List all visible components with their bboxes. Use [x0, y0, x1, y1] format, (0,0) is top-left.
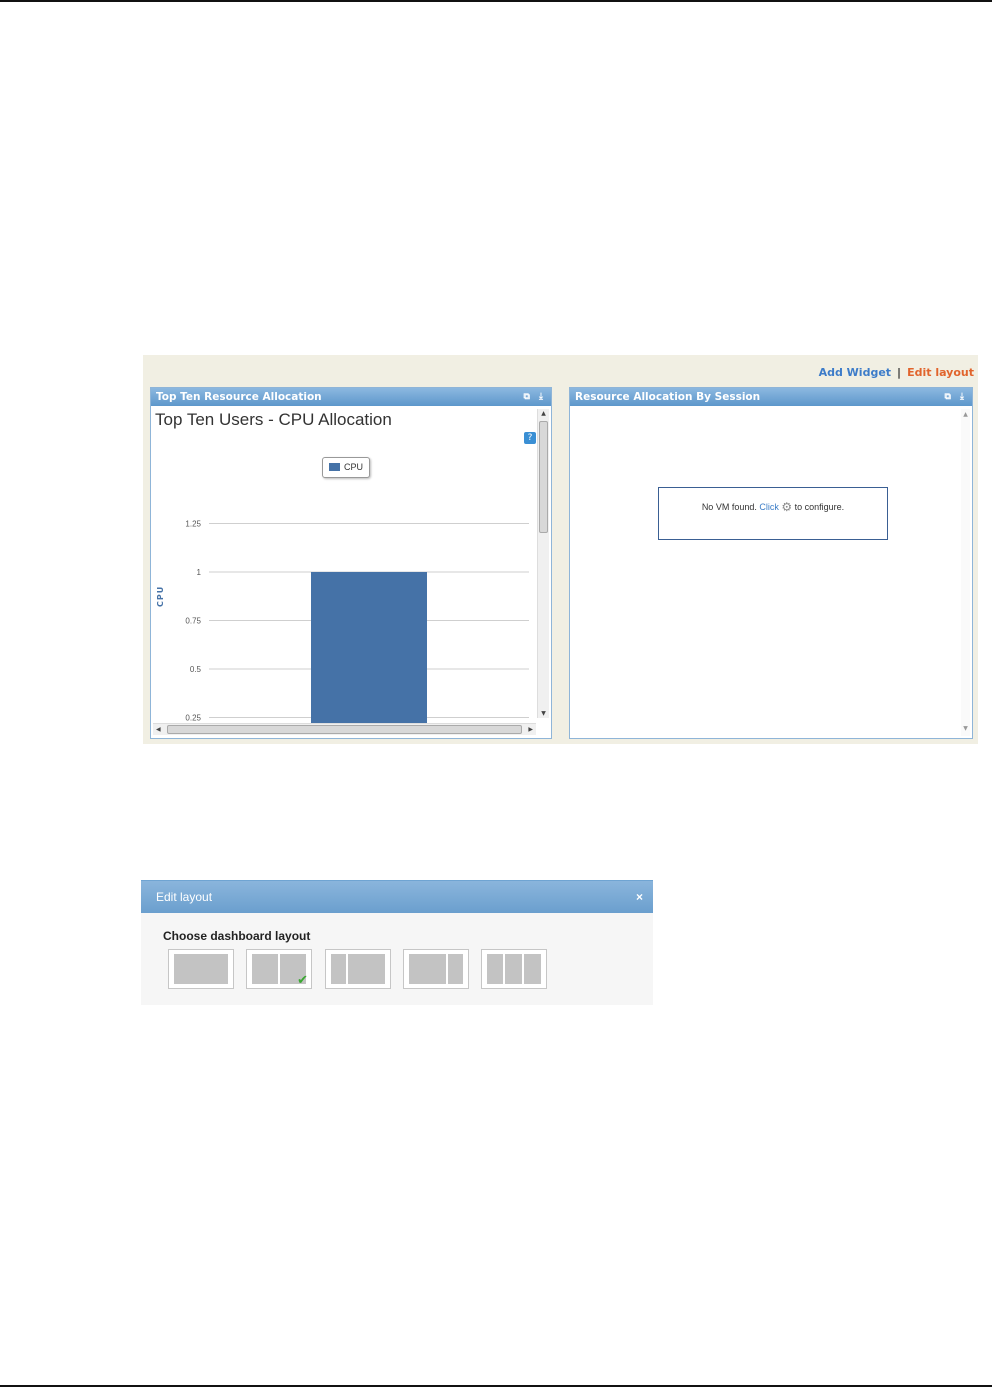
widget-top-ten-resource-allocation: Top Ten Resource Allocation ⧉ ⤓ Top Ten …	[150, 387, 552, 739]
y-tick-label: 0.25	[185, 714, 201, 723]
layout-cell	[505, 954, 522, 984]
dialog-title: Edit layout	[156, 890, 213, 904]
widget-header: Top Ten Resource Allocation ⧉ ⤓	[151, 388, 551, 406]
choose-layout-heading: Choose dashboard layout	[163, 929, 311, 943]
hscroll-thumb[interactable]	[167, 725, 522, 734]
dialog-header: Edit layout ×	[141, 881, 653, 913]
edit-layout-dialog: Edit layout × Choose dashboard layout ✔	[141, 880, 653, 1005]
layout-cell	[524, 954, 541, 984]
layout-cell	[174, 954, 228, 984]
horizontal-scrollbar[interactable]: ◀ ▶	[153, 723, 536, 735]
vertical-scrollbar[interactable]: ▲ ▼	[961, 409, 970, 736]
widget-body: No VM found. Click ⚙ to configure. ▲ ▼	[570, 407, 972, 738]
configure-click-link[interactable]: Click	[759, 502, 779, 512]
layout-option-one-column[interactable]	[168, 949, 234, 989]
no-vm-message: No VM found. Click ⚙ to configure.	[658, 487, 888, 540]
y-tick-label: 1.25	[185, 520, 201, 529]
link-separator: |	[897, 366, 902, 379]
scroll-down-icon[interactable]: ▼	[961, 725, 970, 732]
widget-tools-icons[interactable]: ⧉ ⤓	[523, 388, 546, 406]
layout-option-wide-narrow[interactable]	[403, 949, 469, 989]
chart-plot: 1.25 1 0.75 0.5 0.25	[185, 520, 529, 727]
widget-body: Top Ten Users - CPU Allocation ? CPU CPU…	[151, 407, 551, 738]
scroll-right-icon[interactable]: ▶	[528, 724, 533, 735]
layout-option-three-columns[interactable]	[481, 949, 547, 989]
add-widget-link[interactable]: Add Widget	[819, 366, 891, 379]
scroll-up-icon[interactable]: ▲	[961, 411, 970, 418]
scroll-down-icon[interactable]: ▼	[538, 710, 549, 717]
bar-cpu[interactable]	[311, 572, 427, 727]
widget-title: Resource Allocation By Session	[575, 391, 761, 403]
layout-cell	[409, 954, 446, 984]
scroll-up-icon[interactable]: ▲	[538, 410, 549, 417]
page-bottom-rule	[0, 1385, 992, 1387]
widget-title: Top Ten Resource Allocation	[156, 391, 322, 403]
widget-tools-icons[interactable]: ⧉ ⤓	[944, 388, 967, 406]
checkmark-icon: ✔	[297, 973, 308, 988]
dashboard-actions: Add Widget | Edit layout	[819, 366, 974, 379]
layout-cell	[448, 954, 463, 984]
scroll-thumb[interactable]	[539, 421, 548, 533]
dashboard-panel: Add Widget | Edit layout Top Ten Resource …	[143, 355, 978, 744]
layout-cell	[331, 954, 346, 984]
widget-header: Resource Allocation By Session ⧉ ⤓	[570, 388, 972, 406]
configure-text: to configure.	[794, 502, 845, 512]
y-tick-label: 0.75	[185, 617, 201, 626]
no-vm-text: No VM found.	[701, 502, 757, 512]
layout-option-narrow-wide[interactable]	[325, 949, 391, 989]
gear-icon[interactable]: ⚙	[781, 500, 792, 514]
layout-option-two-equal-columns[interactable]: ✔	[246, 949, 312, 989]
layout-cell	[348, 954, 385, 984]
close-icon[interactable]: ×	[636, 881, 643, 913]
edit-layout-link[interactable]: Edit layout	[907, 366, 974, 379]
layout-cell	[487, 954, 503, 984]
vertical-scrollbar[interactable]: ▲ ▼	[537, 409, 549, 718]
layout-cell	[252, 954, 278, 984]
widget-resource-allocation-by-session: Resource Allocation By Session ⧉ ⤓ No VM…	[569, 387, 973, 739]
y-tick-label: 0.5	[190, 665, 202, 674]
page-top-rule	[0, 0, 992, 2]
y-tick-label: 1	[197, 568, 202, 577]
scroll-left-icon[interactable]: ◀	[156, 724, 161, 735]
